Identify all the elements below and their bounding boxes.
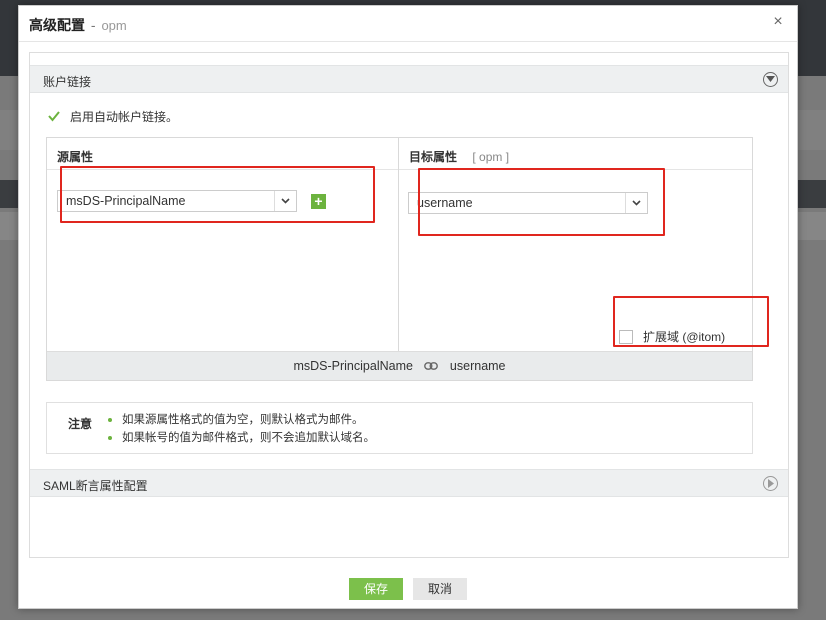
dialog-header: 高级配置 - opm ×	[19, 6, 797, 42]
target-attribute-column: 目标属性 [ opm ] username 扩展域 (@itom)	[399, 138, 752, 351]
auto-link-label: 启用自动帐户链接。	[70, 109, 179, 124]
extend-domain-row: 扩展域 (@itom)	[619, 328, 725, 345]
dialog-title: 高级配置 - opm	[29, 15, 127, 35]
dialog-subtitle: opm	[101, 18, 127, 33]
chevron-down-icon[interactable]	[625, 193, 647, 213]
note-list: 如果源属性格式的值为空，则默认格式为邮件。 如果帐号的值为邮件格式，则不会追加默…	[108, 411, 375, 447]
expand-circle-icon[interactable]	[763, 476, 778, 491]
account-linking-section-header[interactable]: 账户链接	[30, 65, 788, 93]
saml-section-header[interactable]: SAML断言属性配置	[30, 469, 788, 497]
note-item: 如果源属性格式的值为空，则默认格式为邮件。	[108, 411, 375, 429]
saml-section-title: SAML断言属性配置	[43, 479, 148, 493]
close-icon[interactable]: ×	[770, 14, 786, 30]
save-button[interactable]: 保存	[349, 578, 403, 600]
dialog-title-text: 高级配置	[29, 17, 85, 33]
target-attribute-header: 目标属性 [ opm ]	[399, 138, 752, 170]
auto-link-checkbox[interactable]	[47, 109, 61, 123]
source-attribute-select[interactable]: msDS-PrincipalName	[57, 190, 297, 212]
mapping-target: username	[449, 359, 506, 373]
note-box: 注意 如果源属性格式的值为空，则默认格式为邮件。 如果帐号的值为邮件格式，则不会…	[46, 402, 753, 454]
dialog-title-separator: -	[90, 17, 96, 33]
cancel-button[interactable]: 取消	[413, 578, 467, 600]
extend-domain-checkbox[interactable]	[619, 329, 633, 344]
account-linking-title: 账户链接	[43, 75, 92, 89]
dialog-body: 账户链接 启用自动帐户链接。 源属性 msDS-PrincipalName + …	[29, 52, 789, 558]
add-attribute-button[interactable]: +	[311, 194, 326, 209]
target-attribute-value: username	[417, 196, 473, 210]
extend-domain-label: 扩展域 (@itom)	[643, 330, 726, 344]
source-attribute-column: 源属性 msDS-PrincipalName +	[47, 138, 399, 351]
source-attribute-value: msDS-PrincipalName	[66, 194, 186, 208]
target-attribute-header-label: 目标属性	[409, 150, 458, 164]
note-label: 注意	[68, 417, 93, 431]
chevron-down-icon[interactable]	[274, 191, 296, 211]
source-attribute-header-label: 源属性	[57, 150, 94, 164]
attribute-mapping-table: 源属性 msDS-PrincipalName + 目标属性 [ opm ] us…	[46, 137, 753, 381]
check-icon	[48, 111, 60, 122]
mapping-source: msDS-PrincipalName	[293, 359, 413, 373]
account-linking-content: 启用自动帐户链接。 源属性 msDS-PrincipalName + 目标属性 …	[30, 94, 788, 466]
auto-link-row: 启用自动帐户链接。	[47, 108, 178, 124]
note-item: 如果帐号的值为邮件格式，则不会追加默认域名。	[108, 429, 375, 447]
target-app-label: [ opm ]	[472, 150, 510, 164]
link-icon	[424, 352, 439, 381]
mapping-summary-bar: msDS-PrincipalName username	[47, 351, 752, 380]
target-attribute-select[interactable]: username	[408, 192, 648, 214]
advanced-config-dialog: 高级配置 - opm × 账户链接 启用自动帐户链接。 源属性 msDS-Pri…	[18, 5, 798, 609]
source-attribute-header: 源属性	[47, 138, 398, 170]
collapse-circle-icon[interactable]	[763, 72, 778, 87]
